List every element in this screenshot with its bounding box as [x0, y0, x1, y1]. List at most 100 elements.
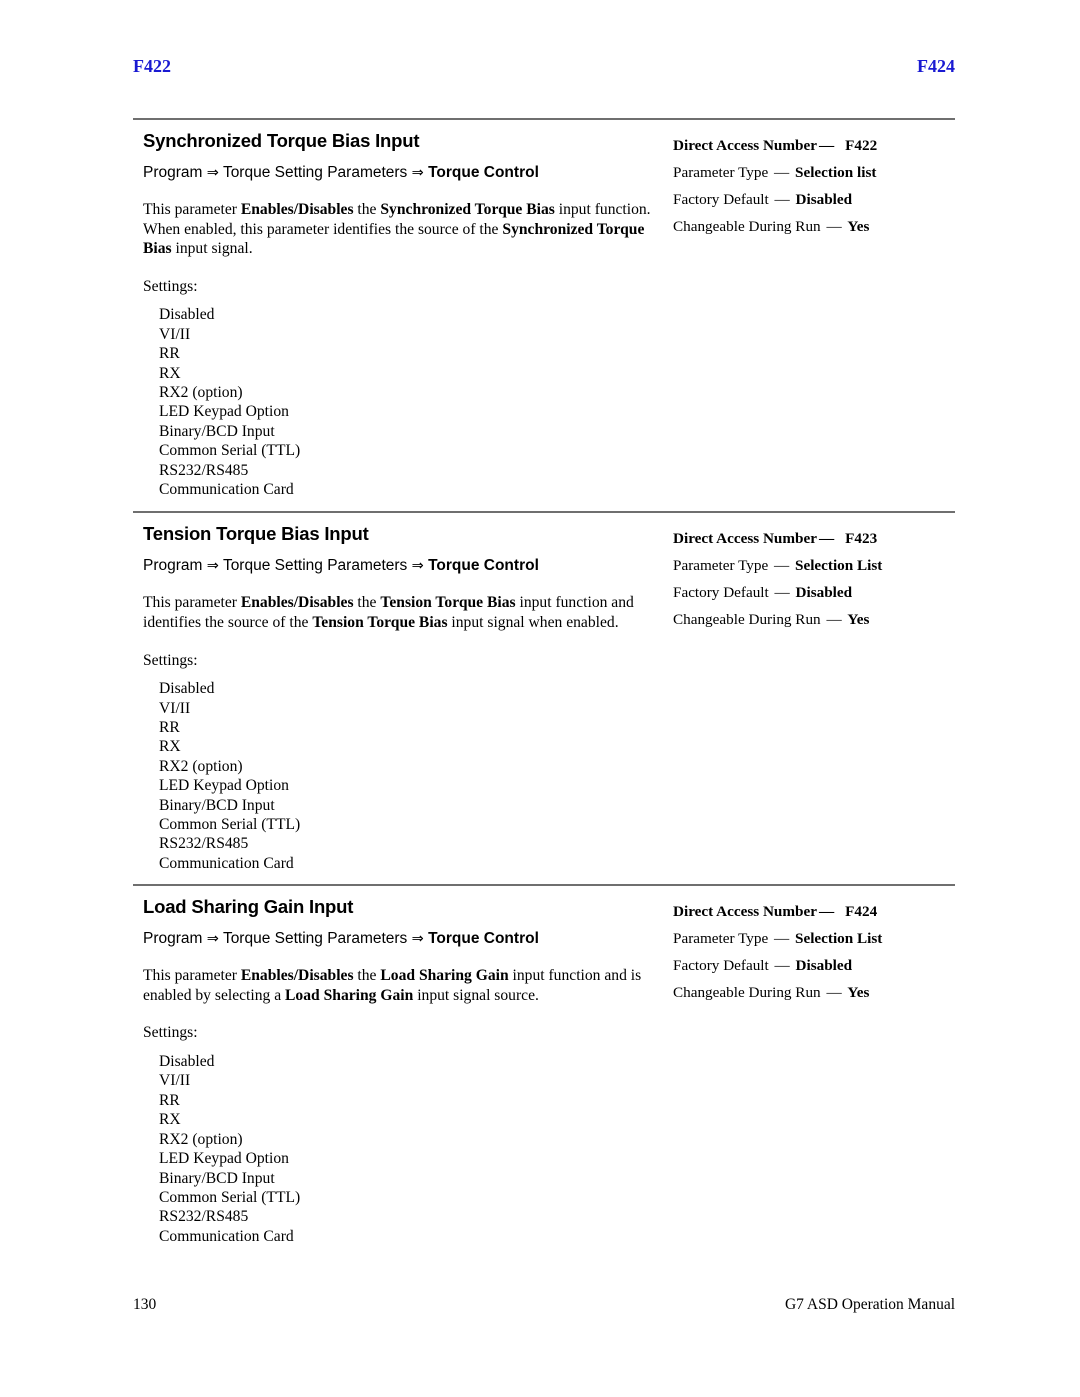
settings-label: Settings: — [143, 277, 198, 295]
list-item: Disabled — [159, 1053, 215, 1071]
desc-text-4: input signal. — [171, 240, 253, 258]
list-item: RR — [159, 719, 180, 737]
breadcrumb-arrow-icon: ⇒ — [206, 931, 219, 948]
breadcrumb-arrow-icon: ⇒ — [411, 931, 424, 948]
spec-dash: — — [774, 191, 790, 208]
section-main-column: Synchronized Torque Bias Input Program ⇒… — [133, 120, 663, 499]
list-item: Common Serial (TTL) — [159, 816, 301, 834]
spec-label: Factory Default — [673, 584, 769, 602]
spec-value: Yes — [847, 611, 870, 629]
breadcrumb-part-1: Program — [143, 164, 203, 181]
spec-parameter-type: Parameter Type — Selection list — [673, 159, 955, 186]
breadcrumb-part-3: Torque Control — [428, 164, 539, 181]
spec-dash: — — [818, 903, 835, 921]
list-item: LED Keypad Option — [159, 777, 289, 795]
spec-direct-access-number: Direct Access Number — F424 — [673, 898, 955, 925]
list-item: Binary/BCD Input — [159, 1169, 275, 1187]
section-description: This parameter Enables/Disables the Load… — [143, 966, 663, 1005]
list-item: RX2 (option) — [159, 757, 243, 775]
list-item: Disabled — [159, 306, 215, 324]
section-main-column: Load Sharing Gain Input Program ⇒ Torque… — [133, 886, 663, 1246]
section-title: Load Sharing Gain Input — [143, 896, 354, 918]
spec-factory-default: Factory Default — Disabled — [673, 186, 955, 213]
running-header: F422 F424 — [133, 56, 955, 77]
spec-dash: — — [774, 930, 790, 948]
list-item: VI/II — [159, 325, 191, 343]
breadcrumb-part-1: Program — [143, 557, 203, 575]
spec-value: Yes — [847, 984, 870, 1002]
spec-dash: — — [774, 164, 790, 181]
list-item: RS232/RS485 — [159, 1208, 249, 1226]
spec-value: Disabled — [795, 957, 853, 975]
spec-changeable-during-run: Changeable During Run — Yes — [673, 606, 955, 633]
list-item: Binary/BCD Input — [159, 796, 275, 814]
header-folio-left: F422 — [133, 56, 171, 76]
desc-text-2: the — [353, 594, 381, 612]
spec-label: Factory Default — [673, 957, 769, 975]
desc-bold-3: Load Sharing Gain — [285, 986, 414, 1004]
spec-label: Direct Access Number — [673, 530, 817, 548]
spec-value: F422 — [845, 137, 878, 154]
page-footer: 130 G7 ASD Operation Manual — [133, 1296, 955, 1314]
desc-bold-2: Load Sharing Gain — [380, 967, 509, 985]
settings-option-list: Disabled VI/II RR RX RX2 (option) LED Ke… — [143, 679, 663, 873]
spec-factory-default: Factory Default — Disabled — [673, 952, 955, 979]
breadcrumb: Program ⇒ Torque Setting Parameters ⇒ To… — [143, 556, 663, 576]
breadcrumb-arrow-icon: ⇒ — [411, 558, 424, 575]
spec-dash: — — [826, 218, 842, 235]
desc-text-1: This parameter — [143, 201, 241, 218]
list-item: Communication Card — [159, 854, 294, 872]
desc-bold-1: Enables/Disables — [240, 594, 354, 612]
list-item: Communication Card — [159, 1227, 294, 1245]
breadcrumb-arrow-icon: ⇒ — [411, 165, 424, 181]
desc-bold-1: Enables/Disables — [240, 201, 354, 218]
breadcrumb: Program ⇒ Torque Setting Parameters ⇒ To… — [143, 163, 663, 183]
section-title: Synchronized Torque Bias Input — [143, 130, 420, 151]
desc-text-1: This parameter — [143, 594, 241, 612]
list-item: VI/II — [159, 1072, 191, 1090]
spec-dash: — — [774, 557, 790, 575]
section-spec-column: Direct Access Number — F422 Parameter Type… — [663, 120, 955, 240]
breadcrumb-part-3: Torque Control — [428, 930, 539, 948]
spec-value: F423 — [845, 530, 878, 548]
spec-label: Changeable During Run — [673, 218, 821, 235]
breadcrumb-arrow-icon: ⇒ — [206, 558, 219, 575]
list-item: LED Keypad Option — [159, 1150, 289, 1168]
spec-list: Direct Access Number — F423 Parameter Type… — [673, 525, 955, 633]
spec-label: Changeable During Run — [673, 984, 821, 1002]
spec-dash: — — [826, 611, 842, 629]
parameter-section-f422: Synchronized Torque Bias Input Program ⇒… — [133, 118, 955, 499]
list-item: Common Serial (TTL) — [159, 442, 301, 460]
section-band: Load Sharing Gain Input Program ⇒ Torque… — [133, 886, 955, 1246]
desc-bold-2: Tension Torque Bias — [380, 594, 516, 612]
spec-dash: — — [774, 584, 790, 602]
list-item: VI/II — [159, 699, 191, 717]
spec-label: Factory Default — [673, 191, 769, 208]
spec-label: Parameter Type — [673, 557, 769, 575]
section-band: Tension Torque Bias Input Program ⇒ Torq… — [133, 513, 955, 873]
settings-option-list: Disabled VI/II RR RX RX2 (option) LED Ke… — [143, 305, 663, 499]
spec-label: Direct Access Number — [673, 903, 817, 921]
spec-value: Selection List — [795, 930, 883, 948]
section-spec-column: Direct Access Number — F424 Parameter Type… — [663, 886, 955, 1006]
list-item: RX — [159, 1111, 181, 1129]
spec-value: F424 — [845, 903, 878, 921]
list-item: RS232/RS485 — [159, 461, 249, 479]
spec-value: Disabled — [795, 191, 853, 208]
section-description: This parameter Enables/Disables the Sync… — [143, 200, 663, 259]
list-item: RX — [159, 738, 181, 756]
section-band: Synchronized Torque Bias Input Program ⇒… — [133, 120, 955, 499]
document-page: F422 F424 Synchronized Torque Bias Input… — [0, 0, 1080, 1397]
desc-bold-3: Tension Torque Bias — [312, 614, 448, 632]
section-spec-column: Direct Access Number — F423 Parameter Type… — [663, 513, 955, 633]
spec-dash: — — [818, 137, 835, 154]
spec-label: Direct Access Number — [673, 137, 817, 154]
list-item: RX2 (option) — [159, 1130, 243, 1148]
list-item: Communication Card — [159, 481, 294, 499]
list-item: RR — [159, 1091, 180, 1109]
spec-label: Parameter Type — [673, 164, 769, 181]
list-item: RX2 (option) — [159, 384, 243, 401]
list-item: LED Keypad Option — [159, 403, 289, 421]
spec-parameter-type: Parameter Type — Selection List — [673, 552, 955, 579]
